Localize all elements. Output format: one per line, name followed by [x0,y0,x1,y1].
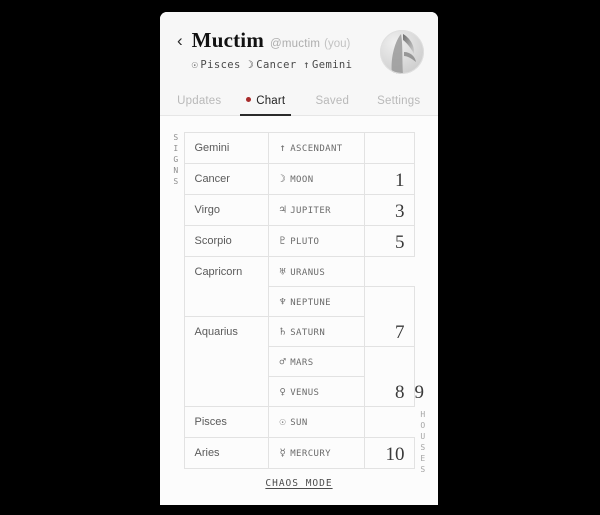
sign-cell: Aries [183,437,269,469]
sign-cell: Aquarius [183,316,269,407]
planet-glyph-icon: ♇ [279,235,287,247]
sign-cell: Virgo [183,194,269,226]
tab-chart[interactable]: Chart [233,86,300,116]
moon-glyph-icon: ☽ [247,59,255,71]
planet-glyph-icon: ♆ [279,295,287,308]
planet-name: NEPTUNE [290,297,331,308]
planet-name: MOON [290,175,314,185]
tab-bar: Updates Chart Saved Settings [160,86,438,116]
planet-cell: ☽ MOON [267,163,365,195]
planet-cell: ♆ NEPTUNE [267,286,365,317]
house-cell: 5 [363,225,415,257]
sun-glyph-icon: ☉ [191,59,199,71]
natal-chart-rows: Gemini ↑ ASCENDANT Cancer ☽ MOON 1 Virgo ♃ JUPITE… [183,132,424,469]
sign-cell: Cancer [183,163,269,195]
sign-cell: Scorpio [183,225,269,257]
planet-cell: ♃ JUPITER [267,194,365,226]
table-row: Pisces ☉ SUN [183,406,414,438]
planet-name: ASCENDANT [290,144,343,154]
card-footer: CHAOS MODE [160,473,438,491]
house-cell: 3 [363,194,415,226]
table-row: Gemini ↑ ASCENDANT [183,132,415,164]
planet-glyph-icon: ♄ [279,325,287,338]
planet-glyph-icon: ♅ [279,265,287,278]
chart-body: SIGNS HOUSES Gemini ↑ ASCENDANT Cancer ☽ MOON… [160,116,438,505]
planet-glyph-icon: ☿ [279,447,287,459]
natal-chart-table: Gemini ↑ ASCENDANT Cancer ☽ MOON 1 Virgo ♃ JUPITE… [183,132,424,469]
sign-cell: Capricorn [183,256,269,317]
planet-name: JUPITER [290,206,331,216]
planet-glyph-icon: ☽ [279,173,287,185]
active-tab-dot-icon [246,96,252,102]
screen: ‹ Muctim @muctim (you) ☉ Pisces ☽ Cancer ↑… [0,0,600,515]
tab-chart-label: Chart [256,94,286,107]
planet-name: URANUS [290,267,326,278]
tab-updates-label: Updates [177,94,222,107]
house-cell: 10 [363,437,415,469]
planet-glyph-icon: ↑ [279,142,287,154]
profile-card: ‹ Muctim @muctim (you) ☉ Pisces ☽ Cancer ↑… [160,12,438,505]
planet-name: VENUS [290,387,320,398]
planet-cell: ♇ PLUTO [267,225,365,257]
planet-cell: ☿ MERCURY [267,437,365,469]
table-row: Capricorn ♅ URANUS [183,256,414,317]
chaos-mode-link[interactable]: CHAOS MODE [265,478,332,489]
profile-header: ‹ Muctim @muctim (you) ☉ Pisces ☽ Cancer ↑… [160,12,438,86]
table-row: Aries ☿ MERCURY 10 [183,437,415,469]
user-handle: @muctim [270,38,321,50]
planet-glyph-icon: ♃ [279,204,287,216]
planet-cell: ☉ SUN [267,406,365,438]
tab-settings[interactable]: Settings [366,86,433,116]
back-button[interactable]: ‹ [177,32,183,49]
rising-glyph-icon: ↑ [303,59,311,71]
avatar[interactable] [380,30,424,74]
planet-name: MERCURY [290,449,331,459]
planet-name: PLUTO [290,237,320,247]
houses-axis-label: HOUSES [420,410,426,474]
table-row: Cancer ☽ MOON 1 [183,163,415,195]
table-row: Scorpio ♇ PLUTO 5 [183,225,415,257]
sun-sign: Pisces [200,59,241,71]
planet-glyph-icon: ♂ [279,355,287,368]
avatar-image [380,30,424,74]
house-cell: 1 [363,163,415,195]
you-tag: (you) [324,38,351,50]
signs-axis-label: SIGNS [173,133,179,186]
table-row: Virgo ♃ JUPITER 3 [183,194,415,226]
moon-sign: Cancer [256,59,297,71]
sign-cell: Pisces [183,406,269,438]
house-cell: 8 [363,346,415,407]
tab-updates[interactable]: Updates [166,86,233,116]
sign-cell: Gemini [183,132,269,164]
rising-sign: Gemini [312,59,353,71]
house-cell: 7 [363,286,415,347]
planet-cell: ♀ VENUS [267,376,365,407]
planet-cell: ♅ URANUS [267,256,365,287]
page-title: Muctim [191,28,265,52]
planet-cell: ♂ MARS [267,346,365,377]
planet-name: SATURN [290,327,326,338]
planet-glyph-icon: ☉ [279,416,287,428]
tab-settings-label: Settings [377,94,421,107]
tab-saved-label: Saved [315,94,350,107]
planet-name: MARS [290,357,314,368]
planet-cell: ♄ SATURN [267,316,365,347]
planet-glyph-icon: ♀ [279,385,287,398]
planet-cell: ↑ ASCENDANT [267,132,365,164]
tab-saved[interactable]: Saved [299,86,366,116]
house-cell [363,132,415,164]
planet-name: SUN [290,418,308,428]
